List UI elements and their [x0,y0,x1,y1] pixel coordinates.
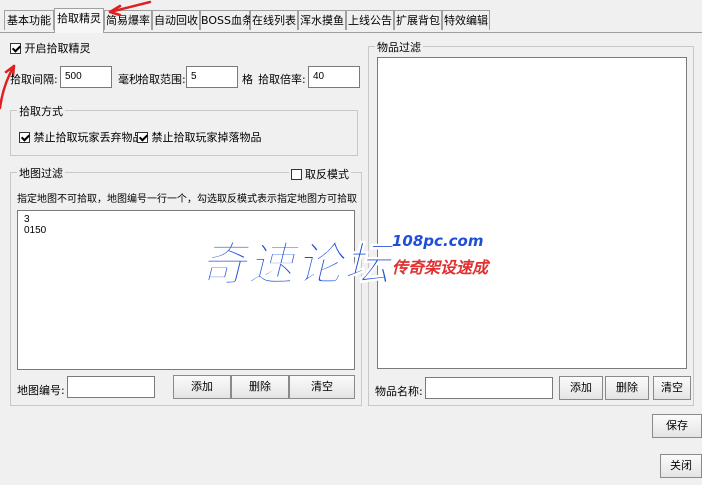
no-pickup-dropped-check-icon [137,132,148,143]
enable-pickup-check-icon [10,43,21,54]
map-filter-hint: 指定地图不可拾取，地图编号一行一个，勾选取反模式表示指定地图方可拾取 [17,194,357,205]
item-filter-group: 物品过滤 物品名称: 添加 删除 清空 [368,39,694,406]
pickup-multiplier-label: 拾取倍率: [258,73,306,86]
item-clear-button[interactable]: 清空 [653,376,691,400]
no-pickup-discarded-check-icon [19,132,30,143]
item-delete-button[interactable]: 删除 [605,376,649,400]
item-add-button[interactable]: 添加 [559,376,603,400]
watermark-url-text: 108pc.com [392,232,484,250]
pickup-mode-group: 拾取方式 禁止拾取玩家丢弃物品 禁止拾取玩家掉落物品 [10,103,358,156]
enable-pickup-label: 开启拾取精灵 [24,42,91,55]
map-delete-button[interactable]: 删除 [231,375,289,399]
pickup-multiplier-input[interactable]: 40 [308,66,360,88]
no-pickup-dropped-checkbox[interactable]: 禁止拾取玩家掉落物品 [137,129,262,145]
no-pickup-dropped-label: 禁止拾取玩家掉落物品 [151,131,262,144]
enable-pickup-checkbox[interactable]: 开启拾取精灵 [10,40,91,56]
no-pickup-discarded-label: 禁止拾取玩家丢弃物品 [33,131,144,144]
invert-mode-checkbox[interactable]: 取反模式 [288,166,351,182]
pickup-range-label: 拾取范围: [138,73,186,86]
map-filter-title: 地图过滤 [17,165,65,181]
watermark-main-text: 奇速论坛 [200,237,392,292]
pickup-range-input[interactable]: 5 [186,66,238,88]
watermark-sub-text: 传奇架设速成 [392,258,489,277]
no-pickup-discarded-checkbox[interactable]: 禁止拾取玩家丢弃物品 [19,129,144,145]
map-id-label: 地图编号: [17,384,65,397]
pickup-mode-title: 拾取方式 [17,103,65,119]
item-name-label: 物品名称: [375,385,423,398]
invert-mode-label: 取反模式 [305,168,349,181]
map-clear-button[interactable]: 清空 [289,375,355,399]
map-entry: 3 [24,214,30,225]
pickup-interval-input[interactable]: 500 [60,66,112,88]
close-button[interactable]: 关闭 [660,454,702,478]
item-list-textarea[interactable] [377,57,687,369]
map-add-button[interactable]: 添加 [173,375,231,399]
map-id-input[interactable] [67,376,155,398]
pickup-interval-unit: 毫秒 [118,73,140,86]
pickup-range-unit: 格 [242,73,253,86]
item-filter-title: 物品过滤 [375,39,423,55]
watermark-logo: 奇速论坛 108pc.com 传奇架设速成 [200,228,489,294]
tab-pickup-sprite[interactable]: 拾取精灵 [54,8,104,33]
pickup-interval-label: 拾取间隔: [10,73,58,86]
invert-mode-check-icon [290,169,302,180]
save-button[interactable]: 保存 [652,414,702,438]
item-name-input[interactable] [425,377,553,399]
